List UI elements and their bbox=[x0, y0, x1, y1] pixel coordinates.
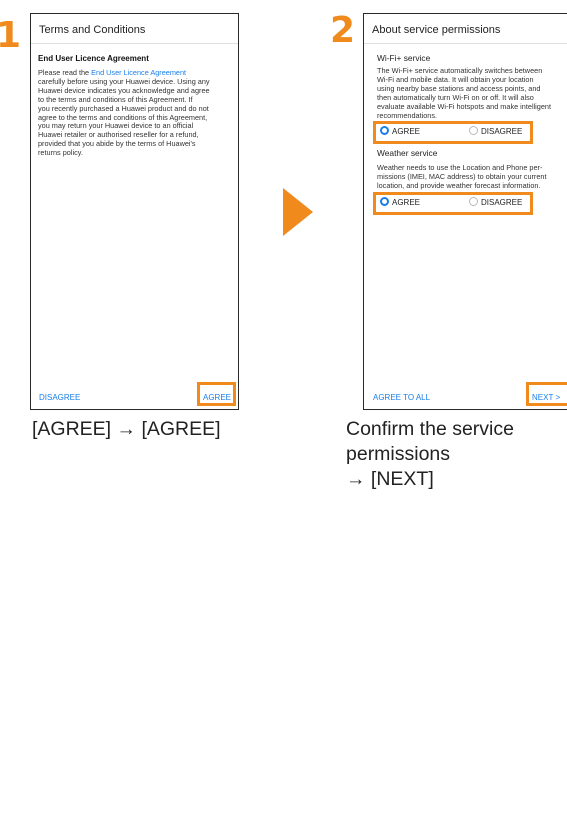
radio-selected-icon bbox=[380, 197, 389, 207]
wifi-description: The Wi-Fi+ service automatically switche… bbox=[377, 66, 567, 120]
step-1-caption: [AGREE] → [AGREE] bbox=[32, 418, 221, 440]
weather-section: Weather service Weather needs to use the… bbox=[377, 148, 567, 191]
step-1-number: 1 bbox=[0, 15, 22, 56]
phone-screen-permissions: About service permissions Wi-Fi+ service… bbox=[363, 13, 567, 410]
eula-text: Please read the End User Licence Agreeme… bbox=[38, 68, 235, 158]
wifi-agree-radio[interactable]: AGREE bbox=[380, 126, 421, 136]
next-step-arrow-icon bbox=[283, 188, 313, 236]
radio-selected-icon bbox=[380, 126, 389, 136]
eula-link[interactable]: End User Licence Agreement bbox=[91, 68, 186, 77]
wifi-section: Wi-Fi+ service The Wi-Fi+ service automa… bbox=[377, 53, 567, 120]
next-label: NEXT bbox=[532, 393, 554, 402]
disagree-button[interactable]: DISAGREE bbox=[39, 393, 80, 402]
next-button[interactable]: NEXT > bbox=[532, 393, 560, 402]
phone-screen-terms: Terms and Conditions End User Licence Ag… bbox=[30, 13, 239, 410]
weather-title: Weather service bbox=[377, 148, 438, 158]
screen-title: About service permissions bbox=[364, 14, 567, 44]
wifi-agree-label: AGREE bbox=[392, 127, 421, 136]
caption-line: → [NEXT] bbox=[346, 468, 434, 490]
wifi-line: recommendations. bbox=[377, 110, 438, 120]
radio-unselected-icon bbox=[469, 126, 478, 136]
screen-title: Terms and Conditions bbox=[31, 14, 238, 44]
eula-line: returns policy. bbox=[38, 148, 83, 158]
caption-line: permissions bbox=[346, 443, 451, 465]
weather-description: Weather needs to use the Location and Ph… bbox=[377, 163, 567, 191]
radio-unselected-icon bbox=[469, 197, 478, 207]
weather-line: location, and provide weather forecast i… bbox=[377, 180, 541, 190]
wifi-title: Wi-Fi+ service bbox=[377, 53, 431, 63]
chevron-right-icon: > bbox=[555, 393, 561, 402]
eula-intro: Please read the bbox=[38, 68, 92, 77]
eula-content: End User Licence Agreement Please read t… bbox=[38, 54, 235, 158]
agree-to-all-button[interactable]: AGREE TO ALL bbox=[373, 393, 430, 402]
weather-disagree-label: DISAGREE bbox=[481, 198, 523, 207]
agree-button[interactable]: AGREE bbox=[203, 393, 231, 402]
weather-agree-radio[interactable]: AGREE bbox=[380, 197, 421, 207]
weather-disagree-radio[interactable]: DISAGREE bbox=[469, 197, 523, 207]
caption-line: Confirm the service bbox=[346, 418, 514, 440]
eula-heading: End User Licence Agreement bbox=[38, 54, 149, 63]
wifi-disagree-label: DISAGREE bbox=[481, 127, 523, 136]
weather-agree-label: AGREE bbox=[392, 198, 421, 207]
wifi-disagree-radio[interactable]: DISAGREE bbox=[469, 126, 523, 136]
step-2-number: 2 bbox=[330, 10, 356, 51]
